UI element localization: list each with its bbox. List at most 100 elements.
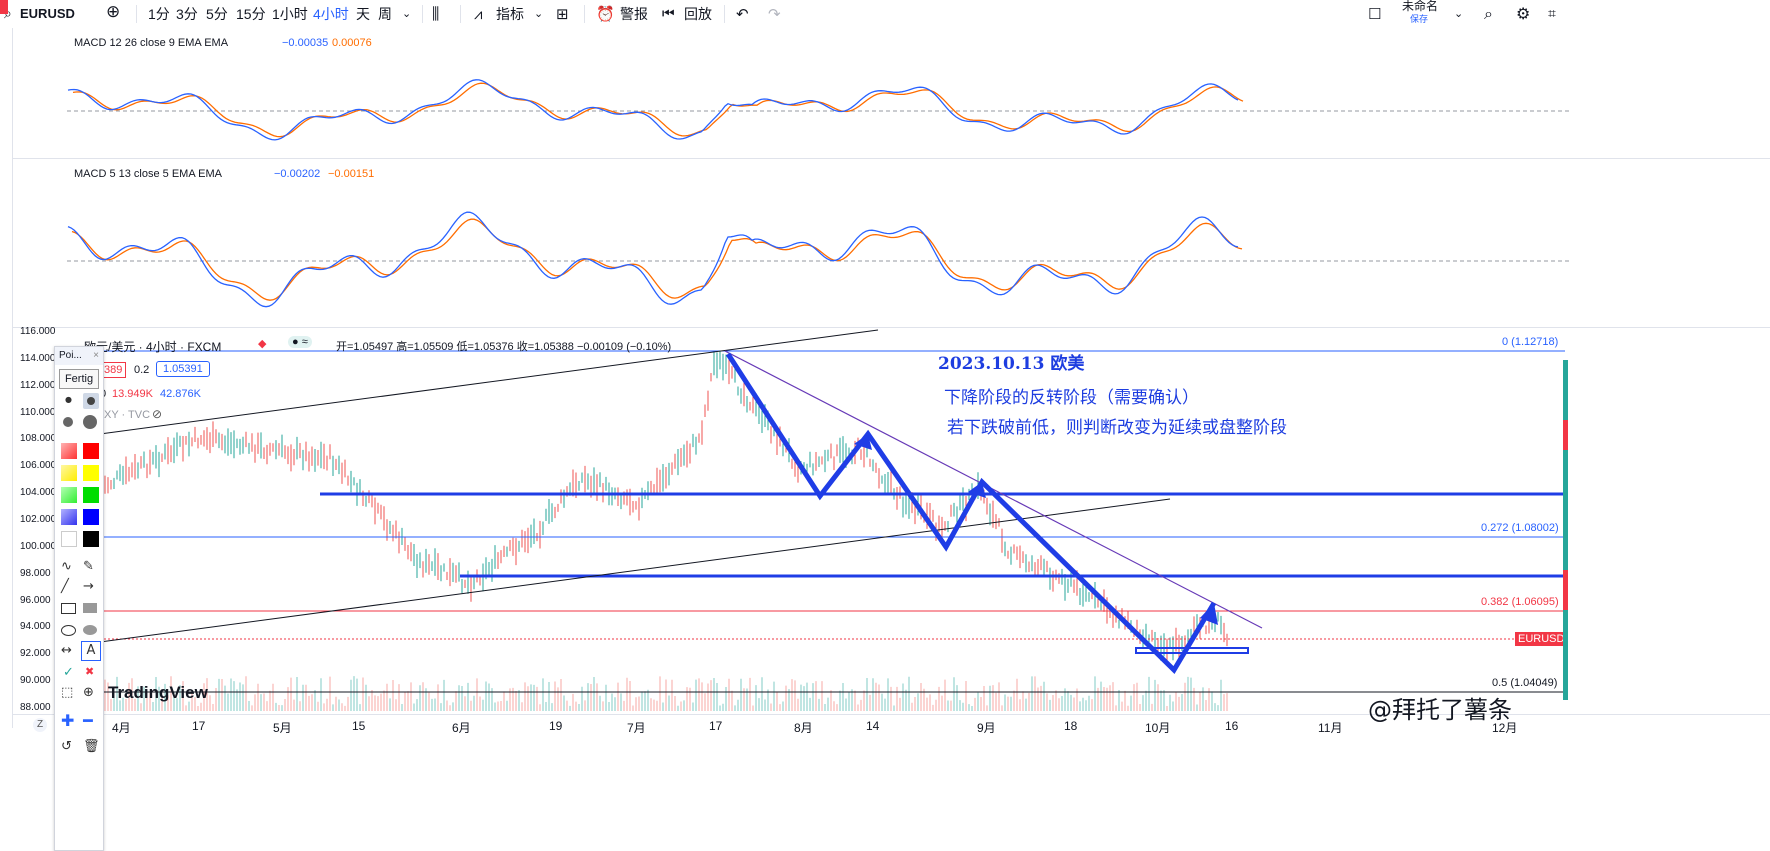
left-toolbar-edge [0,28,13,728]
indicators-button[interactable]: 指标 [496,4,524,24]
macd1-plot [67,79,1572,141]
curve-tool-icon[interactable]: ∿ [61,559,72,574]
y-axis-tick: 88.000 [20,701,51,713]
dot-small-icon[interactable]: ● [65,395,72,404]
annotation-line-2[interactable]: 下降阶段的反转阶段（需要确认） [944,383,1199,408]
alert-button[interactable]: 警报 [620,4,648,24]
replay-button[interactable]: 回放 [684,4,712,24]
dot-medium-icon[interactable] [83,393,99,409]
color-swatch-light-yellow[interactable] [61,465,77,481]
select-area-icon[interactable]: ⬚ [61,685,73,700]
zoom-icon[interactable]: ⊕ [83,685,94,700]
filled-ellipse-tool-icon[interactable] [83,625,97,635]
confirm-icon[interactable]: ✓ [63,665,74,680]
x-axis-tick: 8月 [794,721,813,735]
interval-1d[interactable]: 天 [356,4,370,24]
cancel-icon[interactable]: ✖ [85,665,94,678]
add-icon[interactable]: ✚ [61,711,74,730]
y-axis-tick: 110.000 [20,406,56,418]
color-swatch-yellow[interactable] [83,465,99,481]
text-tool-icon[interactable]: A [81,641,101,661]
y-axis-tick: 102.000 [20,513,57,525]
floating-drawing-toolbar[interactable]: Poi... × Fertig ● ∿ ✎ ╱ → ↔ A ✓ ✖ ⬚ ⊕ ✚ … [54,346,104,851]
macd1-macd-line [67,79,1239,141]
add-symbol-icon[interactable]: ⊕ [106,2,120,22]
color-swatch-white[interactable] [61,531,77,547]
x-axis-tick: 6月 [452,721,471,735]
filled-rectangle-tool-icon[interactable] [83,603,97,613]
color-swatch-black[interactable] [83,531,99,547]
x-axis-tick: 5月 [273,721,292,735]
save-label[interactable]: 保存 [1410,9,1428,29]
left-red-marker [0,0,8,14]
remove-icon[interactable]: ━ [83,711,93,730]
dot-xlarge-icon[interactable] [83,415,97,429]
y-axis-tick: 98.000 [20,567,51,579]
macd1-signal-line [72,82,1244,138]
layouts-icon[interactable]: ⊞ [556,4,569,24]
gear-icon[interactable]: ⚙ [1516,4,1530,24]
drawbar-header[interactable]: Poi... × [55,347,103,365]
interval-3m[interactable]: 3分 [176,4,198,24]
dot-large-icon[interactable] [63,417,73,427]
visibility-icon[interactable]: ● ≈ [288,336,312,348]
color-swatch-green[interactable] [83,487,99,503]
x-axis-tick: 17 [709,719,723,733]
redo-icon[interactable]: ↷ [768,4,781,24]
fullscreen-icon[interactable]: ☐ [1368,4,1381,24]
main-chart-title[interactable]: 欧元/美元 · 4小时 · FXCM [84,338,221,355]
alert-icon[interactable]: ⏰ [596,4,615,24]
interval-1h[interactable]: 1小时 [272,4,308,24]
drawbar-title: Poi... [59,350,82,361]
fertig-button[interactable]: Fertig [59,369,99,389]
y-axis-tick: 116.000 [20,326,56,337]
volume-value-2: 42.876K [160,388,201,400]
symbol-search[interactable]: EURUSD [20,4,75,24]
volume-group [101,676,1228,711]
chevron-down-icon[interactable]: ⌄ [534,4,543,24]
channel-lower-line[interactable] [99,498,1171,643]
color-swatch-red[interactable] [83,443,99,459]
undo-drawing-icon[interactable]: ↺ [61,739,72,754]
annotation-date[interactable]: 2023.10.13 欧美 [938,349,1084,374]
arrow-tool-icon[interactable]: → [83,579,94,594]
interval-4h[interactable]: 4小时 [313,4,349,24]
interval-1m[interactable]: 1分 [148,4,170,24]
eye-off-icon[interactable]: ⊘ [152,407,162,421]
tradingview-logo: TradingView [108,683,208,702]
interval-5m[interactable]: 5分 [206,4,228,24]
quick-search-icon[interactable]: ⌕ [1484,4,1493,24]
pen-tool-icon[interactable]: ✎ [83,559,94,574]
color-swatch-light-green[interactable] [61,487,77,503]
y-axis-tick: 96.000 [20,594,51,606]
y-axis-tick: 106.000 [20,460,57,472]
color-swatch-light-blue[interactable] [61,509,77,525]
rectangle-tool-icon[interactable] [61,603,76,614]
fib-label-05: 0.5 (1.04049) [1492,677,1558,689]
x-axis-tick: 7月 [627,721,646,735]
candle-type-icon[interactable]: ⫼ [432,4,439,24]
zoom-reset-icon[interactable]: Z [33,718,47,732]
undo-icon[interactable]: ↶ [736,4,749,24]
measure-tool-icon[interactable]: ↔ [61,643,72,658]
replay-icon[interactable]: ⏮ [662,4,675,24]
line-tool-icon[interactable]: ╱ [61,579,69,594]
interval-15m[interactable]: 15分 [236,4,266,24]
chevron-down-icon[interactable]: ⌄ [1454,4,1463,24]
color-swatch-light-red[interactable] [61,443,77,459]
x-axis-tick: 11月 [1318,721,1343,735]
indicators-icon[interactable]: ⩘ [474,4,482,24]
main-chart-pane[interactable]: 欧元/美元 · 4小时 · FXCM ◆ ● ≈ 开=1.05497 高=1.0… [0,328,1770,715]
top-toolbar: ⌕ EURUSD ⊕ 1分 3分 5分 15分 1小时 4小时 天 周 ⌄ ⫼ … [0,0,1770,29]
ellipse-tool-icon[interactable] [61,625,76,636]
trash-icon[interactable]: 🗑 [83,739,100,754]
macd-pane-1: MACD 12 26 close 9 EMA EMA −0.00035 0.00… [12,28,1770,159]
color-swatch-blue[interactable] [83,509,99,525]
annotation-line-3[interactable]: 若下跌破前低，则判断改变为延续或盘整阶段 [947,413,1287,438]
x-axis-tick: 18 [1064,719,1078,733]
buy-button[interactable]: 1.05391 [156,361,210,377]
interval-1w[interactable]: 周 [378,4,392,24]
chevron-down-icon[interactable]: ⌄ [402,4,411,24]
close-icon[interactable]: × [93,347,99,365]
snapshot-icon[interactable]: ⌗ [1548,4,1556,24]
